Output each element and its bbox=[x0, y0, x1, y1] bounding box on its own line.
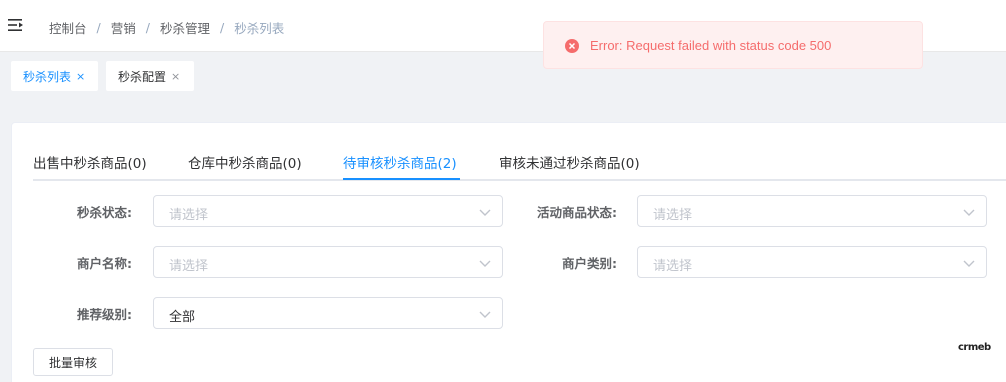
error-toast: Error: Request failed with status code 5… bbox=[543, 21, 923, 69]
error-message: Error: Request failed with status code 5… bbox=[590, 38, 832, 53]
close-icon[interactable]: × bbox=[76, 70, 85, 83]
chevron-down-icon bbox=[479, 209, 491, 216]
seckill-status-select[interactable]: 请选择 bbox=[153, 195, 503, 227]
active-tab-indicator bbox=[343, 178, 460, 180]
recommend-level-label: 推荐级别: bbox=[77, 307, 132, 322]
tag-label: 秒杀配置 bbox=[118, 69, 167, 84]
error-circle-icon bbox=[565, 39, 579, 53]
chevron-down-icon bbox=[963, 209, 975, 216]
merchant-type-label: 商户类别: bbox=[562, 256, 617, 271]
main-card: 出售中秒杀商品(0) 仓库中秒杀商品(0) 待审核秒杀商品(2) 审核未通过秒杀… bbox=[11, 122, 1006, 382]
seckill-status-placeholder: 请选择 bbox=[169, 208, 209, 223]
close-icon[interactable]: × bbox=[171, 70, 180, 83]
breadcrumb-item-dashboard[interactable]: 控制台 bbox=[49, 18, 87, 37]
recommend-level-select[interactable]: 全部 bbox=[153, 297, 503, 329]
tag-label: 秒杀列表 bbox=[23, 69, 72, 84]
tab-review-rejected[interactable]: 审核未通过秒杀商品(0) bbox=[499, 152, 640, 172]
tag-seckill-config[interactable]: 秒杀配置 × bbox=[106, 61, 194, 91]
merchant-type-select[interactable]: 请选择 bbox=[637, 246, 987, 278]
tab-in-warehouse[interactable]: 仓库中秒杀商品(0) bbox=[188, 152, 302, 172]
breadcrumb-separator: / bbox=[219, 20, 225, 35]
merchant-name-select[interactable]: 请选择 bbox=[153, 246, 503, 278]
product-status-label: 活动商品状态: bbox=[537, 205, 617, 220]
tag-seckill-list[interactable]: 秒杀列表 × bbox=[11, 61, 98, 91]
merchant-name-placeholder: 请选择 bbox=[169, 259, 209, 274]
breadcrumb-separator: / bbox=[96, 20, 101, 35]
chevron-down-icon bbox=[479, 311, 491, 318]
merchant-name-label: 商户名称: bbox=[77, 256, 132, 271]
breadcrumb-item-seckill-management[interactable]: 秒杀管理 bbox=[160, 18, 210, 37]
breadcrumb-item-seckill-list: 秒杀列表 bbox=[234, 21, 285, 36]
chevron-down-icon bbox=[963, 260, 975, 267]
tab-pending-review[interactable]: 待审核秒杀商品(2) bbox=[343, 152, 457, 172]
product-status-placeholder: 请选择 bbox=[653, 208, 693, 223]
breadcrumb-item-marketing[interactable]: 营销 bbox=[111, 18, 136, 37]
breadcrumb-separator: / bbox=[145, 20, 150, 35]
product-status-tabs: 出售中秒杀商品(0) 仓库中秒杀商品(0) 待审核秒杀商品(2) 审核未通过秒杀… bbox=[33, 148, 1006, 181]
merchant-type-placeholder: 请选择 bbox=[653, 259, 693, 274]
batch-review-button[interactable]: 批量审核 bbox=[33, 348, 113, 376]
recommend-level-value: 全部 bbox=[169, 310, 196, 325]
seckill-status-label: 秒杀状态: bbox=[77, 205, 132, 220]
hamburger-menu-icon[interactable] bbox=[8, 17, 24, 33]
breadcrumb: 控制台 / 营销 / 秒杀管理 / 秒杀列表 bbox=[49, 18, 284, 37]
product-status-select[interactable]: 请选择 bbox=[637, 195, 987, 227]
crmeb-logo: crmeb bbox=[958, 342, 991, 353]
tab-on-sale[interactable]: 出售中秒杀商品(0) bbox=[33, 152, 147, 172]
chevron-down-icon bbox=[479, 260, 491, 267]
